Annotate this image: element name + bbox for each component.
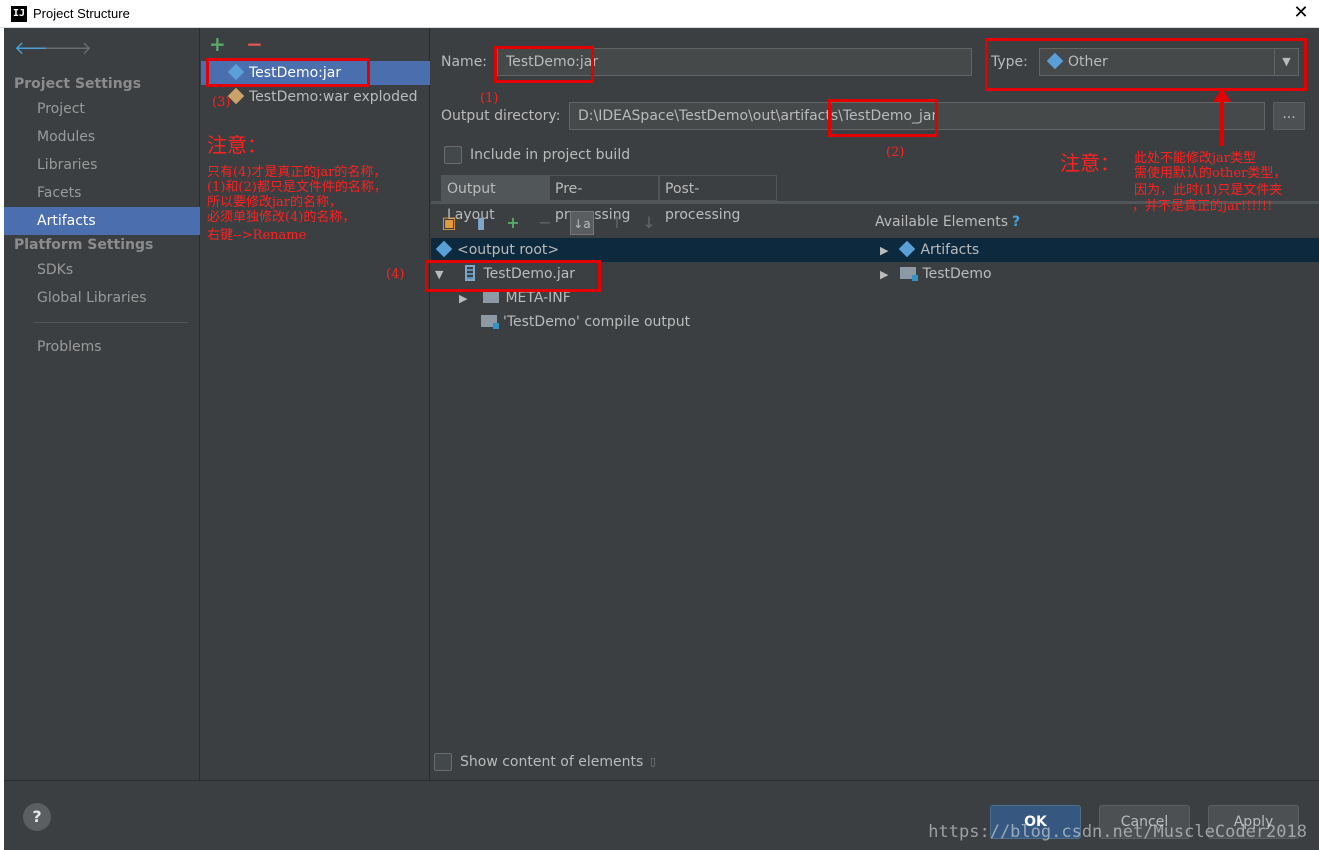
collapsed-triangle-icon[interactable]: ▶ xyxy=(880,263,892,287)
available-item-label: Artifacts xyxy=(920,242,980,258)
tree-item-label: META-INF xyxy=(505,290,571,306)
annotation-note-left-line: 所以要修改jar的名称， xyxy=(207,195,342,210)
nav-item-project[interactable]: Project xyxy=(4,95,200,123)
annotation-note-left-line: 右键-->Rename xyxy=(207,228,307,243)
tree-item-label: TestDemo.jar xyxy=(483,266,576,282)
nav-item-facets[interactable]: Facets xyxy=(4,179,200,207)
watermark: https://blog.csdn.net/MuscleCoder2018 xyxy=(928,822,1307,842)
annotation-note-right-line: 需使用默认的other类型， xyxy=(1134,166,1287,181)
nav-arrows: 🡐 🡒 xyxy=(14,38,92,60)
artifact-icon xyxy=(227,63,245,81)
help-button[interactable]: ? xyxy=(23,803,51,831)
tree-item-meta-inf[interactable]: ▶ META-INF xyxy=(459,286,571,310)
add-artifact-icon[interactable]: + xyxy=(209,32,226,56)
annotation-note-left-line: 必须单独修改(4)的名称， xyxy=(207,210,356,225)
artifact-item-label: TestDemo:jar xyxy=(249,65,342,81)
available-item-label: TestDemo xyxy=(922,266,992,282)
module-output-icon xyxy=(481,315,499,329)
nav-item-problems[interactable]: Problems xyxy=(4,333,200,361)
group-platform-settings: Platform Settings xyxy=(14,237,154,253)
name-field[interactable]: TestDemo:jar xyxy=(497,48,972,76)
nav-item-global-libraries[interactable]: Global Libraries xyxy=(4,284,200,312)
annotation-marker-1: (1) xyxy=(480,91,499,106)
jar-icon xyxy=(465,265,476,281)
type-label: Type: xyxy=(991,54,1028,70)
group-project-settings: Project Settings xyxy=(14,76,142,92)
tree-item-label: <output root> xyxy=(457,242,560,258)
sort-alphabetically-icon[interactable]: ↓a xyxy=(570,211,594,235)
annotation-note-right-title: 注意： xyxy=(1060,151,1120,175)
tree-item-testdemo-jar[interactable]: ▼ TestDemo.jar xyxy=(435,262,575,286)
collapsed-triangle-icon[interactable]: ▶ xyxy=(459,287,471,311)
annotation-marker-2: (2) xyxy=(886,145,905,160)
available-elements-label: Available Elements xyxy=(875,214,1009,230)
remove-artifact-icon[interactable]: − xyxy=(246,32,263,56)
tab-pre-processing[interactable]: Pre-processing xyxy=(549,175,659,223)
annotation-note-right-line: 此处不能修改jar类型 xyxy=(1134,151,1256,166)
title-bar: IJ Project Structure ✕ xyxy=(0,0,1319,28)
nav-item-modules[interactable]: Modules xyxy=(4,123,200,151)
add-copy-icon[interactable]: + xyxy=(501,211,525,235)
show-content-label: Show content of elements xyxy=(460,754,644,770)
output-directory-field[interactable]: D:\IDEASpace\TestDemo\out\artifacts\Test… xyxy=(569,102,1265,130)
folder-icon xyxy=(483,291,500,303)
artifact-item-label: TestDemo:war exploded xyxy=(249,89,418,105)
show-content-checkbox[interactable] xyxy=(434,753,452,771)
new-folder-icon[interactable]: ▣ xyxy=(437,211,461,235)
type-value: Other xyxy=(1068,54,1108,70)
help-icon[interactable]: ? xyxy=(1012,214,1020,230)
project-structure-dialog: 🡐 🡒 Project Settings Project Modules Lib… xyxy=(4,28,1319,850)
artifact-item-jar[interactable]: TestDemo:jar xyxy=(201,61,430,85)
settings-nav: 🡐 🡒 Project Settings Project Modules Lib… xyxy=(4,28,200,780)
tree-item-label: 'TestDemo' compile output xyxy=(503,314,691,330)
nav-item-sdks[interactable]: SDKs xyxy=(4,256,200,284)
annotation-note-left-line: 只有(4)才是真正的jar的名称， xyxy=(207,165,387,180)
new-archive-icon[interactable]: ▮ xyxy=(469,211,493,235)
collapsed-triangle-icon[interactable]: ▶ xyxy=(880,239,892,263)
window-title: Project Structure xyxy=(33,6,130,21)
annotation-note-left-title: 注意： xyxy=(207,133,267,157)
annotation-marker-4: (4) xyxy=(386,267,405,282)
browse-button[interactable]: ... xyxy=(1273,102,1305,130)
close-icon[interactable]: ✕ xyxy=(1291,3,1311,23)
include-build-checkbox[interactable] xyxy=(444,146,462,164)
annotation-note-right-line: ，并不是真正的jar!!!!!! xyxy=(1132,199,1273,214)
name-label: Name: xyxy=(441,54,488,70)
annotation-arrow-shaft xyxy=(1220,98,1224,146)
artifact-item-war-exploded[interactable]: TestDemo:war exploded xyxy=(201,85,430,109)
artifact-editor: Name: TestDemo:jar Type: Other ▼ Output … xyxy=(431,28,1319,780)
annotation-marker-3: (3) xyxy=(212,95,231,110)
move-up-icon[interactable]: ↑ xyxy=(605,211,629,235)
nav-item-libraries[interactable]: Libraries xyxy=(4,151,200,179)
available-item-testdemo[interactable]: ▶ TestDemo xyxy=(880,262,992,286)
include-build-label: Include in project build xyxy=(470,147,631,163)
annotation-note-left-line: (1)和(2)都只是文件件的名称， xyxy=(207,180,387,195)
output-directory-label: Output directory: xyxy=(441,108,561,124)
tree-item-compile-output[interactable]: 'TestDemo' compile output xyxy=(481,310,690,334)
back-arrow-icon[interactable]: 🡐 xyxy=(14,38,62,59)
annotation-arrow-head xyxy=(1213,88,1231,102)
forward-arrow-icon[interactable]: 🡒 xyxy=(44,38,92,59)
move-down-icon[interactable]: ↓ xyxy=(637,211,661,235)
available-item-artifacts[interactable]: ▶ Artifacts xyxy=(872,238,1319,262)
module-icon xyxy=(900,267,919,281)
expanded-triangle-icon[interactable]: ▼ xyxy=(435,263,447,287)
artifact-list-toolbar: + − xyxy=(209,32,263,56)
chevron-down-icon[interactable]: ▼ xyxy=(1274,49,1298,75)
artifact-type-icon xyxy=(1046,52,1064,70)
nav-item-artifacts[interactable]: Artifacts xyxy=(4,207,200,235)
nav-separator xyxy=(34,322,188,323)
tree-item-output-root[interactable]: <output root> xyxy=(431,238,872,262)
info-icon: ▯ xyxy=(650,755,657,768)
war-artifact-icon xyxy=(227,87,245,105)
type-combobox[interactable]: Other ▼ xyxy=(1039,48,1299,76)
tab-post-processing[interactable]: Post-processing xyxy=(659,175,777,223)
artifact-icon xyxy=(435,240,453,258)
remove-element-icon[interactable]: − xyxy=(533,211,557,235)
tab-output-layout[interactable]: Output Layout xyxy=(441,175,549,223)
artifact-icon xyxy=(899,240,916,258)
annotation-note-right-line: 因为，此时(1)只是文件夹 xyxy=(1134,183,1283,198)
intellij-icon: IJ xyxy=(11,6,27,22)
